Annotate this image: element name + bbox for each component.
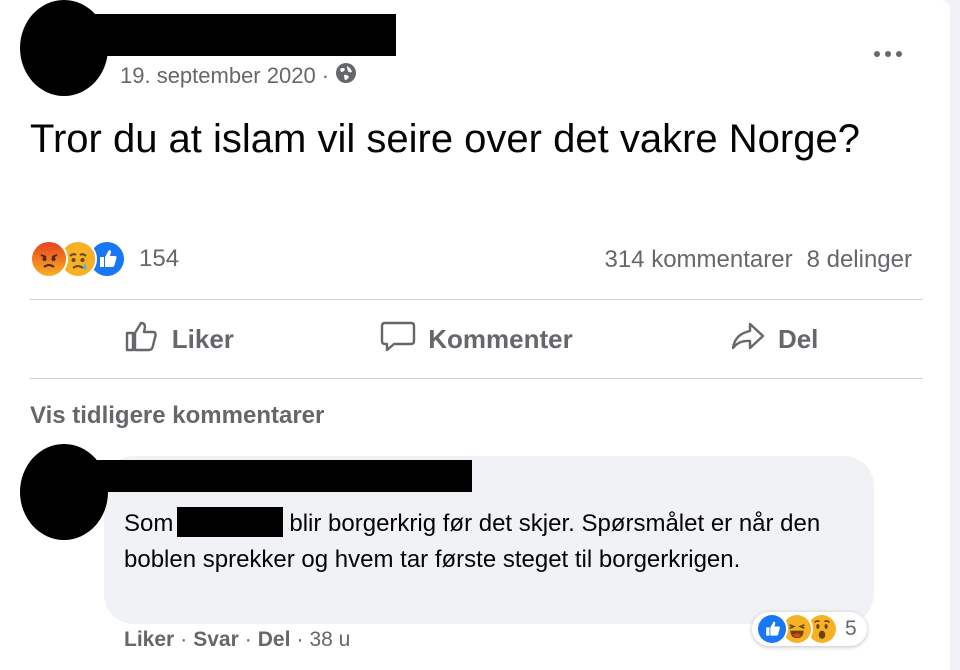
like-button[interactable]: Liker [30, 319, 328, 360]
commenter-avatar[interactable] [20, 444, 108, 540]
comment-reaction-summary[interactable]: 5 [752, 612, 867, 646]
author-name-redacted[interactable] [88, 14, 396, 56]
sep-3: · [296, 628, 304, 651]
sep-1: · [180, 628, 188, 651]
comment-reaction-count: 5 [845, 617, 857, 640]
reaction-summary[interactable]: 154 [30, 240, 179, 278]
angry-reaction-icon [30, 240, 68, 278]
comment-label: Kommenter [428, 323, 573, 354]
commenter-name-redacted[interactable] [96, 460, 472, 492]
post-meta: 19. september 2020 · [120, 62, 357, 90]
shares-count[interactable]: 8 delinger [807, 246, 912, 274]
reaction-count: 154 [139, 245, 180, 272]
post-text: Tror du at islam vil seire over det vakr… [30, 117, 860, 161]
like-reaction-icon [756, 613, 788, 645]
comments-count[interactable]: 314 kommentarer [604, 246, 792, 274]
more-options-icon[interactable] [868, 40, 908, 68]
share-arrow-icon [730, 319, 766, 360]
divider-bottom [30, 378, 923, 379]
comment-actions: Liker · Svar · Del · 38 u [124, 628, 350, 652]
comment-button[interactable]: Kommenter [328, 319, 626, 360]
share-label: Del [777, 323, 819, 354]
globe-icon [335, 62, 357, 90]
comment-like-link[interactable]: Liker [124, 628, 174, 652]
meta-separator: · [321, 63, 330, 88]
comment-text: Som blir borgerkrig før det skjer. Spørsm… [124, 506, 854, 578]
view-previous-comments-link[interactable]: Vis tidligere kommentarer [30, 402, 324, 430]
comment-share-link[interactable]: Del [258, 628, 291, 652]
thumbs-up-icon [124, 319, 160, 360]
post-actions: Liker Kommenter Del [30, 300, 923, 378]
post-date[interactable]: 19. september 2020 [120, 63, 316, 89]
comment-icon [380, 319, 416, 360]
like-label: Liker [171, 323, 234, 354]
comment-text-middle: blir borgerkrig før det skjer. [289, 510, 575, 537]
comment-text-start: Som [124, 510, 174, 537]
post-card: 19. september 2020 · Tror du at islam vi… [0, 0, 950, 670]
post-stats: 314 kommentarer 8 delinger [604, 246, 912, 274]
comment-reply-link[interactable]: Svar [193, 628, 239, 652]
inline-redaction [177, 507, 284, 537]
sep-2: · [244, 628, 252, 651]
share-button[interactable]: Del [625, 319, 923, 360]
comment-time[interactable]: 38 u [309, 628, 350, 652]
